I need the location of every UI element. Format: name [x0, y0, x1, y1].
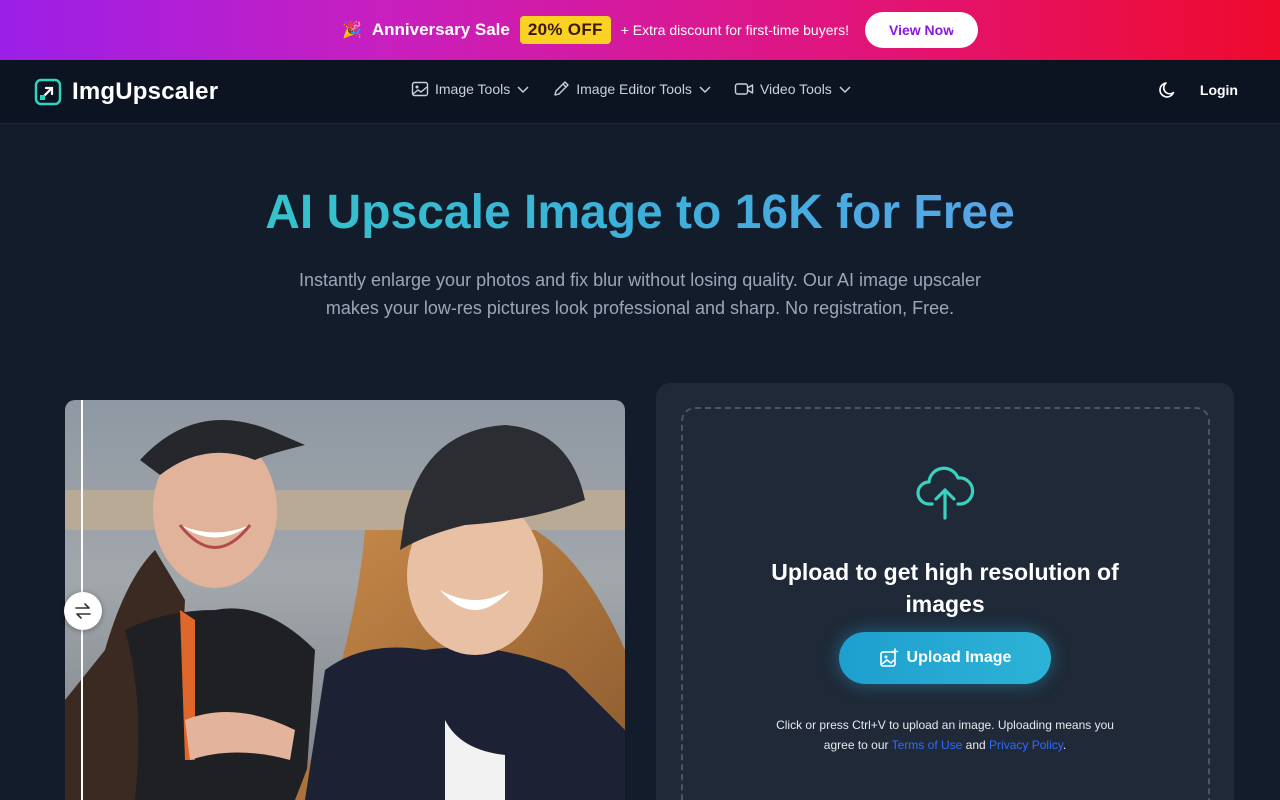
promo-banner: 🎉 Anniversary Sale 20% OFF + Extra disco…	[0, 0, 1280, 60]
hero-subtitle: Instantly enlarge your photos and fix bl…	[298, 270, 982, 318]
privacy-link[interactable]: Privacy Policy	[989, 738, 1063, 752]
compare-slider-handle[interactable]	[64, 592, 102, 630]
chevron-down-icon	[839, 86, 851, 94]
upload-title: Upload to get high resolution of images	[771, 559, 1119, 617]
upload-button-label: Upload Image	[906, 649, 1012, 666]
and-text: and	[965, 738, 986, 752]
period-text: .	[1062, 738, 1067, 752]
swap-arrows-icon	[75, 603, 91, 619]
video-icon	[734, 83, 754, 95]
image-icon	[411, 81, 429, 97]
image-plus-icon	[879, 648, 898, 667]
main-menu: Image Tools Image Editor Tools Video Too…	[411, 80, 852, 98]
chevron-down-icon	[699, 86, 711, 94]
chevron-down-icon	[517, 86, 529, 94]
pencil-icon	[554, 81, 569, 96]
menu-image-tools[interactable]: Image Tools	[411, 80, 530, 98]
login-link[interactable]: Login	[1200, 82, 1238, 98]
upload-image-button[interactable]: Upload Image	[839, 632, 1051, 684]
discount-badge: 20% OFF	[519, 16, 611, 44]
nav-actions: Login	[1158, 80, 1238, 100]
sale-extra-text: + Extra discount for first-time buyers!	[620, 22, 850, 38]
logo-icon	[34, 78, 62, 106]
page-title: AI Upscale Image to 16K for Free	[0, 186, 1280, 240]
logo[interactable]: ImgUpscaler	[34, 78, 218, 106]
before-after-image[interactable]	[65, 400, 625, 800]
menu-label: Image Tools	[435, 81, 511, 97]
sale-title: Anniversary Sale	[371, 20, 510, 39]
close-icon[interactable]	[950, 16, 966, 32]
top-navbar: ImgUpscaler Image Tools Image Editor Too…	[0, 60, 1280, 124]
menu-label: Video Tools	[759, 81, 832, 97]
menu-label: Image Editor Tools	[576, 81, 692, 97]
upload-note: Click or press Ctrl+V to upload an image…	[770, 715, 1120, 755]
menu-video-tools[interactable]: Video Tools	[734, 80, 852, 98]
moon-icon[interactable]	[1158, 80, 1178, 100]
logo-text: ImgUpscaler	[72, 78, 219, 105]
sample-photo	[65, 400, 625, 800]
terms-link[interactable]: Terms of Use	[892, 738, 963, 752]
party-icon: 🎉	[341, 22, 362, 39]
cloud-upload-icon	[916, 466, 975, 520]
menu-image-editor-tools[interactable]: Image Editor Tools	[552, 80, 712, 98]
